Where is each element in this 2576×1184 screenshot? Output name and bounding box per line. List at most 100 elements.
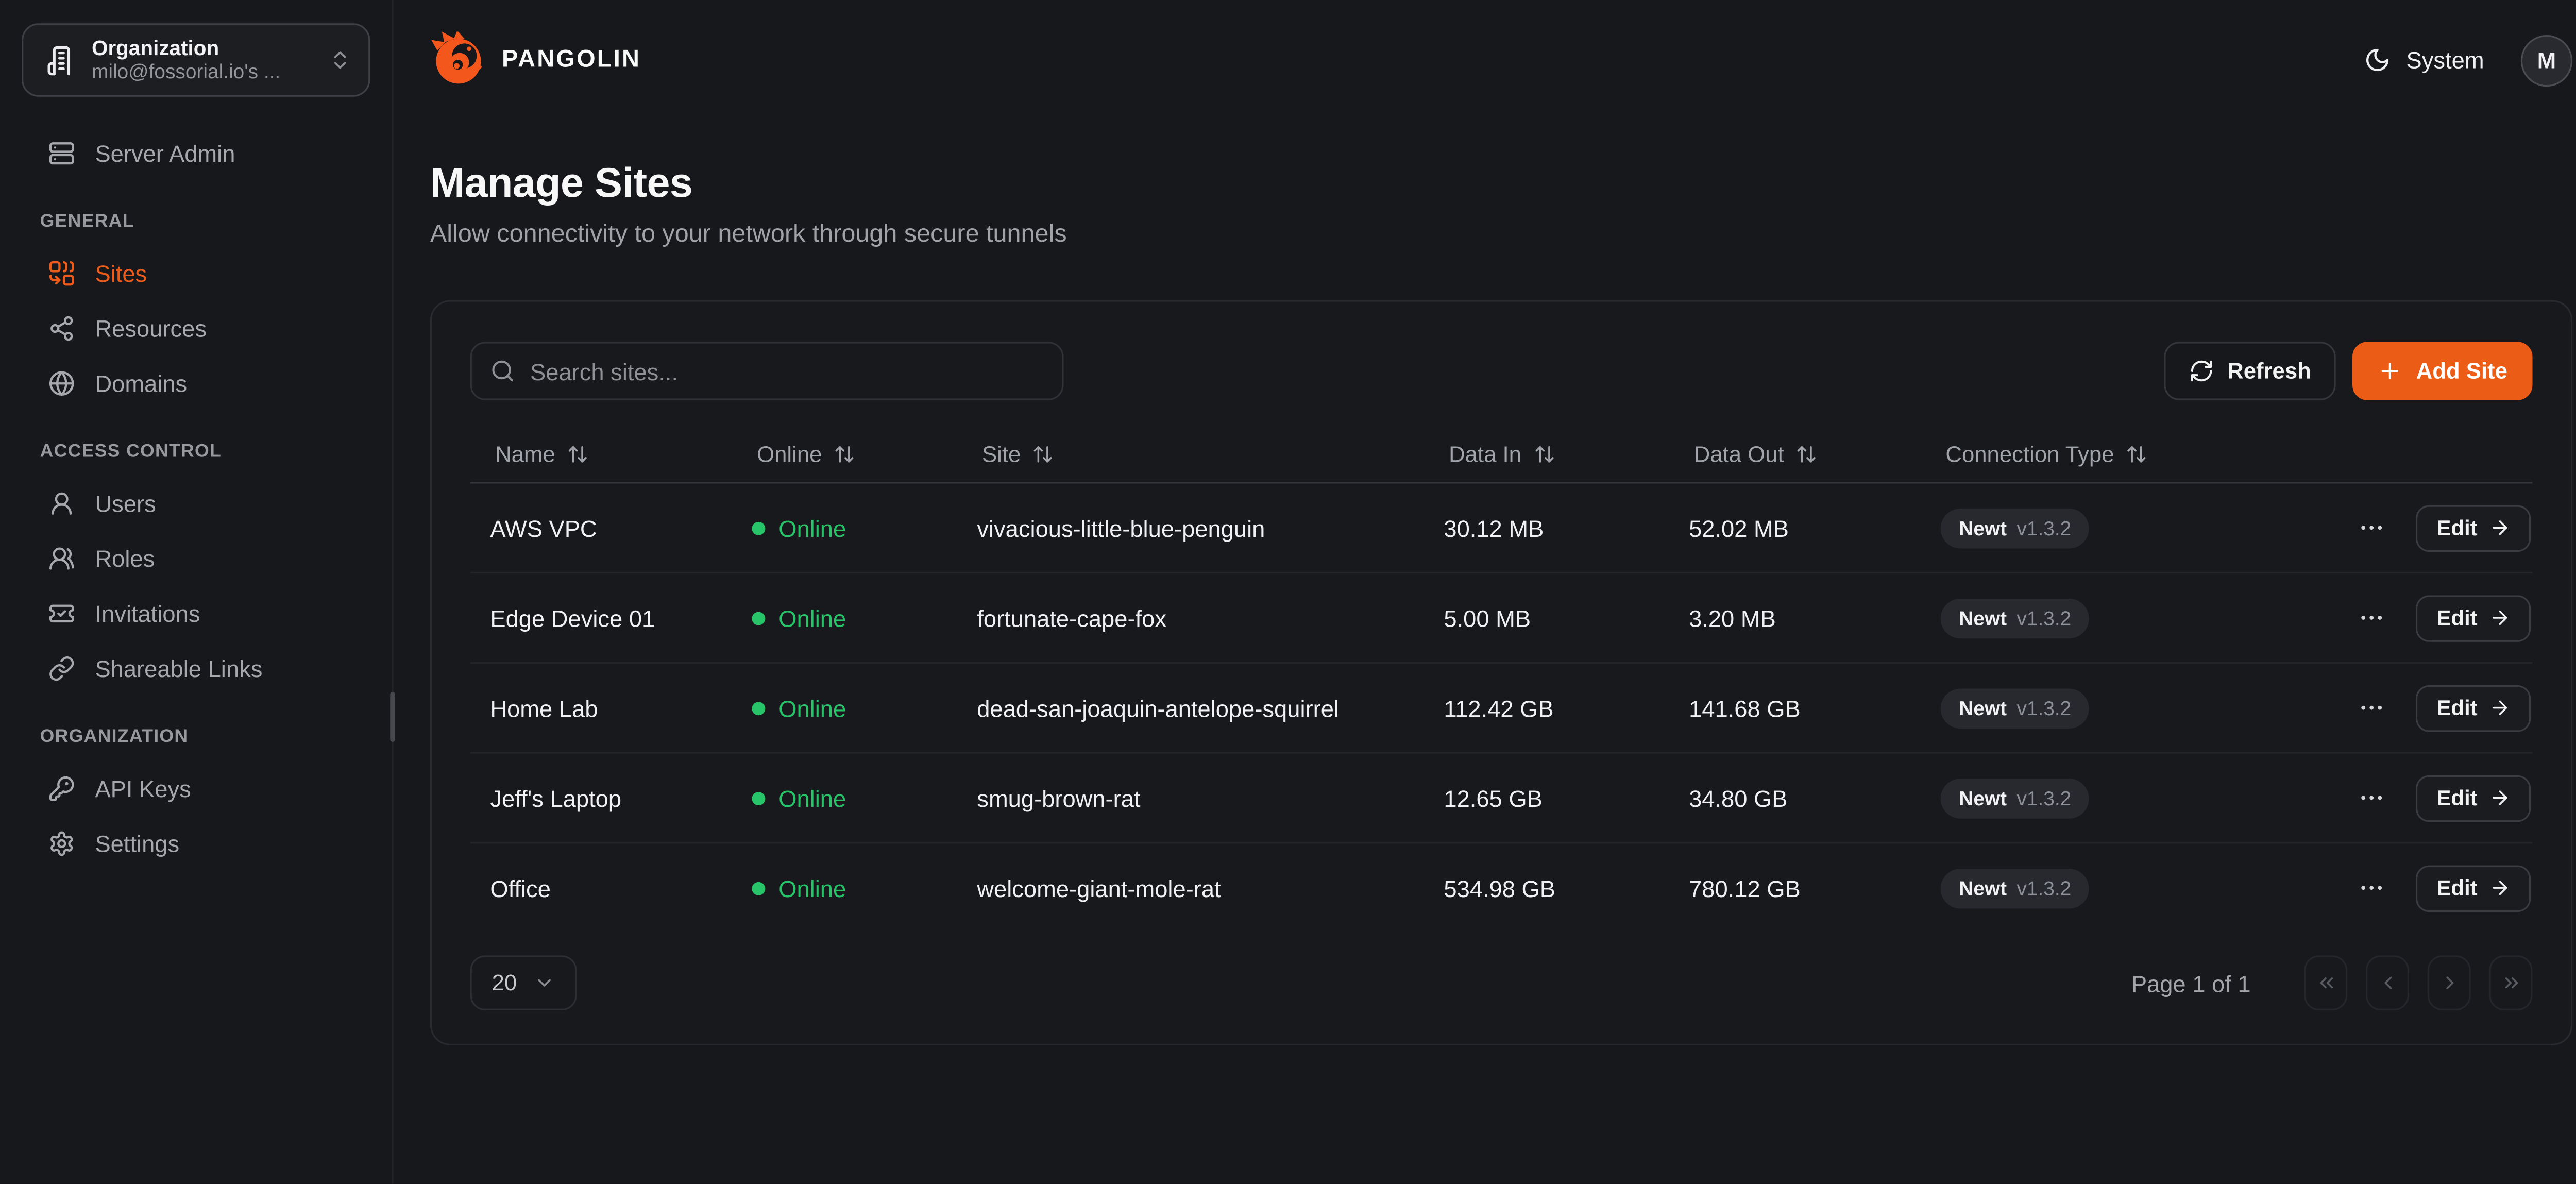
cell-name: Edge Device 01 xyxy=(470,605,732,632)
row-menu-button[interactable] xyxy=(2358,513,2388,543)
edit-button[interactable]: Edit xyxy=(2416,775,2531,822)
cell-actions: Edit xyxy=(2238,505,2533,552)
sidebar-item-label: Roles xyxy=(95,545,155,571)
search-input[interactable] xyxy=(530,358,1044,385)
moon-icon xyxy=(2365,47,2392,74)
avatar-initial: M xyxy=(2537,47,2556,73)
cell-actions: Edit xyxy=(2238,595,2533,641)
sidebar-item-invitations[interactable]: Invitations xyxy=(22,587,370,638)
sidebar-item-settings[interactable]: Settings xyxy=(22,817,370,869)
cell-actions: Edit xyxy=(2238,775,2533,822)
chevron-down-icon xyxy=(534,972,555,994)
connection-badge: Newt v1.3.2 xyxy=(1941,868,2090,908)
sidebar-item-users[interactable]: Users xyxy=(22,477,370,528)
edit-button[interactable]: Edit xyxy=(2416,685,2531,732)
chevrons-left-icon xyxy=(2315,972,2336,994)
row-menu-button[interactable] xyxy=(2358,873,2388,903)
cell-online: Online xyxy=(732,695,957,722)
cell-name: Home Lab xyxy=(470,695,732,722)
first-page-button[interactable] xyxy=(2304,956,2347,1011)
search-box xyxy=(470,342,1064,400)
column-header-data-in[interactable]: Data In xyxy=(1424,442,1669,467)
cell-data-in: 12.65 GB xyxy=(1424,785,1669,811)
column-header-site[interactable]: Site xyxy=(957,442,1423,467)
row-menu-button[interactable] xyxy=(2358,783,2388,813)
chevrons-right-icon xyxy=(2500,972,2521,994)
add-site-button[interactable]: Add Site xyxy=(2353,342,2533,400)
cell-data-in: 112.42 GB xyxy=(1424,695,1669,722)
pangolin-logo-icon xyxy=(430,31,487,88)
sidebar-resize-handle[interactable] xyxy=(390,692,395,742)
combine-icon xyxy=(48,259,75,286)
plus-icon xyxy=(2378,359,2403,384)
chevron-left-icon xyxy=(2377,972,2398,994)
last-page-button[interactable] xyxy=(2489,956,2532,1011)
avatar[interactable]: M xyxy=(2521,34,2572,86)
sort-icon xyxy=(1795,444,1817,466)
building-icon xyxy=(45,44,76,76)
connection-badge: Newt v1.3.2 xyxy=(1941,598,2090,638)
previous-page-button[interactable] xyxy=(2366,956,2409,1011)
column-header-name[interactable]: Name xyxy=(470,442,732,467)
column-header-online[interactable]: Online xyxy=(732,442,957,467)
org-picker[interactable]: Organization milo@fossorial.io's ... xyxy=(22,23,370,96)
cell-name: Jeff's Laptop xyxy=(470,785,732,811)
sidebar-item-sites[interactable]: Sites xyxy=(22,247,370,298)
sidebar-nav: Server Admin GENERAL Sites xyxy=(22,127,370,869)
cell-site: dead-san-joaquin-antelope-squirrel xyxy=(957,695,1423,722)
cell-data-in: 5.00 MB xyxy=(1424,605,1669,632)
table-row: Edge Device 01 Online fortunate-cape-fox… xyxy=(470,574,2533,664)
page-title: Manage Sites xyxy=(430,162,2572,206)
table-header-row: Name Online Site Data In xyxy=(470,427,2533,484)
key-icon xyxy=(48,774,75,801)
page-size-select[interactable]: 20 xyxy=(470,956,577,1011)
sidebar-item-resources[interactable]: Resources xyxy=(22,302,370,353)
next-page-button[interactable] xyxy=(2428,956,2471,1011)
sidebar-item-shareable-links[interactable]: Shareable Links xyxy=(22,642,370,694)
ticket-check-icon xyxy=(48,599,75,626)
row-menu-button[interactable] xyxy=(2358,693,2388,723)
ellipsis-icon xyxy=(2358,694,2386,722)
column-header-data-out[interactable]: Data Out xyxy=(1669,442,1921,467)
sidebar-item-roles[interactable]: Roles xyxy=(22,532,370,583)
cell-data-in: 30.12 MB xyxy=(1424,515,1669,542)
edit-button[interactable]: Edit xyxy=(2416,505,2531,552)
sidebar-section-organization: ORGANIZATION xyxy=(40,727,370,747)
table-row: AWS VPC Online vivacious-little-blue-pen… xyxy=(470,484,2533,574)
cell-connection-type: Newt v1.3.2 xyxy=(1921,778,2238,818)
page-subtitle: Allow connectivity to your network throu… xyxy=(430,221,2572,250)
arrow-right-icon xyxy=(2489,607,2511,629)
sidebar-item-domains[interactable]: Domains xyxy=(22,357,370,409)
theme-toggle-label: System xyxy=(2406,47,2484,74)
edit-button[interactable]: Edit xyxy=(2416,595,2531,641)
connection-badge: Newt v1.3.2 xyxy=(1941,688,2090,729)
refresh-button[interactable]: Refresh xyxy=(2164,342,2336,400)
arrow-right-icon xyxy=(2489,517,2511,539)
sort-icon xyxy=(1533,444,1555,466)
arrow-right-icon xyxy=(2489,877,2511,899)
online-status-dot xyxy=(752,702,765,715)
cell-connection-type: Newt v1.3.2 xyxy=(1921,598,2238,638)
cell-online: Online xyxy=(732,515,957,542)
sidebar-item-server-admin[interactable]: Server Admin xyxy=(22,127,370,178)
cell-site: fortunate-cape-fox xyxy=(957,605,1423,632)
pagination-bar: 20 Page 1 of 1 xyxy=(470,956,2533,1011)
main-content: PANGOLIN System M Manage Sites Allow con… xyxy=(394,0,2576,1184)
theme-toggle[interactable]: System xyxy=(2365,47,2484,74)
page-indicator: Page 1 of 1 xyxy=(2131,970,2251,997)
cell-data-out: 52.02 MB xyxy=(1669,515,1921,542)
edit-button[interactable]: Edit xyxy=(2416,865,2531,912)
ellipsis-icon xyxy=(2358,604,2386,632)
cell-online: Online xyxy=(732,875,957,902)
cell-data-out: 780.12 GB xyxy=(1669,875,1921,902)
row-menu-button[interactable] xyxy=(2358,603,2388,633)
online-status-dot xyxy=(752,521,765,535)
cell-online: Online xyxy=(732,785,957,811)
sidebar-item-api-keys[interactable]: API Keys xyxy=(22,762,370,814)
users-icon xyxy=(48,545,75,571)
sidebar-item-label: Resources xyxy=(95,314,207,341)
column-header-connection-type[interactable]: Connection Type xyxy=(1921,442,2238,467)
brand-logo[interactable]: PANGOLIN xyxy=(430,31,641,88)
server-icon xyxy=(48,139,75,166)
online-status-dot xyxy=(752,791,765,805)
